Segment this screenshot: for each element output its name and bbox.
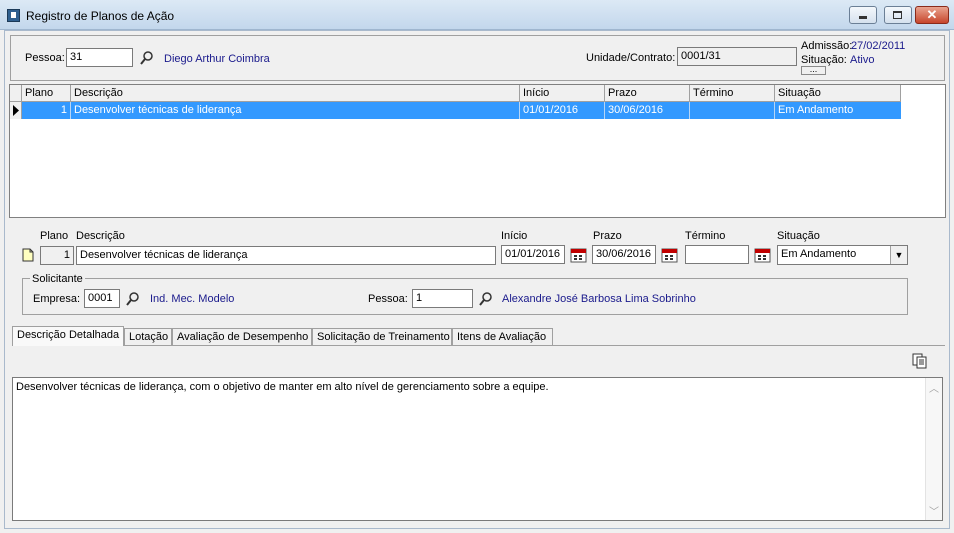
tab-avaliacao-desempenho[interactable]: Avaliação de Desempenho (172, 328, 312, 345)
tab-solicitacao-treinamento[interactable]: Solicitação de Treinamento (312, 328, 452, 345)
admissao-label: Admissão: (801, 40, 853, 52)
situacao-label: Situação: (801, 54, 847, 66)
solicitante-pessoa-label: Pessoa: (368, 293, 408, 305)
cell-descricao: Desenvolver técnicas de liderança (71, 102, 520, 119)
tab-panel-border (12, 345, 945, 346)
empresa-name: Ind. Mec. Modelo (150, 293, 235, 305)
unidade-contrato-field: 0001/31 (677, 47, 797, 66)
cell-inicio: 01/01/2016 (520, 102, 605, 119)
column-header-inicio[interactable]: Início (520, 85, 605, 102)
calendar-icon[interactable] (754, 247, 771, 263)
close-icon: ✕ (926, 7, 938, 22)
search-icon[interactable] (125, 291, 141, 307)
plano-label: Plano (40, 230, 69, 242)
pessoa-label: Pessoa: (25, 52, 65, 64)
cell-termino (690, 102, 775, 119)
new-document-icon[interactable] (20, 247, 36, 263)
calendar-icon[interactable] (570, 247, 587, 263)
situacao-selected-value: Em Andamento (781, 248, 857, 260)
pessoa-code-input[interactable]: 31 (66, 48, 133, 67)
scroll-up-icon[interactable]: ︿ (926, 380, 942, 395)
plano-field: 1 (40, 246, 74, 265)
grid-indicator-header (10, 85, 22, 102)
tab-lotacao[interactable]: Lotação (124, 328, 172, 345)
descricao-label: Descrição (76, 230, 125, 242)
tab-descricao-detalhada[interactable]: Descrição Detalhada (12, 326, 124, 346)
solicitante-pessoa-input[interactable]: 1 (412, 289, 473, 308)
empresa-label: Empresa: (33, 293, 81, 305)
close-button[interactable]: ✕ (915, 6, 949, 24)
solicitante-pessoa-name: Alexandre José Barbosa Lima Sobrinho (502, 293, 696, 305)
maximize-button[interactable] (884, 6, 912, 24)
descricao-input[interactable]: Desenvolver técnicas de liderança (76, 246, 496, 265)
situacao-value: Ativo (850, 54, 875, 66)
pessoa-name: Diego Arthur Coimbra (164, 53, 270, 65)
table-row[interactable]: 1 Desenvolver técnicas de liderança 01/0… (22, 102, 901, 119)
column-header-situacao[interactable]: Situação (775, 85, 901, 102)
situacao-detail-label: Situação (777, 230, 820, 242)
minimize-icon (859, 16, 867, 19)
column-header-termino[interactable]: Término (690, 85, 775, 102)
column-header-descricao[interactable]: Descrição (71, 85, 520, 102)
inicio-label: Início (501, 230, 528, 242)
cell-prazo: 30/06/2016 (605, 102, 690, 119)
empresa-code-input[interactable]: 0001 (84, 289, 120, 308)
solicitante-title: Solicitante (30, 273, 85, 285)
scroll-down-icon[interactable]: ﹀ (926, 503, 942, 518)
column-header-plano[interactable]: Plano (22, 85, 71, 102)
termino-input[interactable] (685, 245, 749, 264)
situacao-select[interactable]: Em Andamento ▼ (777, 245, 908, 265)
row-pointer-icon (13, 105, 19, 116)
window-title: Registro de Planos de Ação (26, 9, 175, 23)
vertical-scrollbar[interactable]: ︿ ﹀ (925, 378, 942, 520)
cell-situacao: Em Andamento (778, 104, 854, 116)
plans-grid: Plano Descrição Início Prazo Término Sit… (9, 84, 946, 218)
chevron-down-icon[interactable]: ▼ (890, 246, 907, 264)
prazo-input[interactable]: 30/06/2016 (592, 245, 656, 264)
tab-itens-avaliacao[interactable]: Itens de Avaliação (452, 328, 553, 345)
column-header-prazo[interactable]: Prazo (605, 85, 690, 102)
inicio-input[interactable]: 01/01/2016 (501, 245, 565, 264)
cell-plano: 1 (22, 102, 71, 119)
more-button[interactable]: ... (801, 65, 826, 75)
search-icon[interactable] (478, 291, 494, 307)
memo-text: Desenvolver técnicas de liderança, com o… (16, 381, 549, 393)
maximize-icon (893, 11, 902, 19)
admissao-value: 27/02/2011 (851, 40, 906, 52)
termino-label: Término (685, 230, 726, 242)
minimize-button[interactable] (849, 6, 877, 24)
unidade-label: Unidade/Contrato: (586, 52, 676, 64)
calendar-icon[interactable] (661, 247, 678, 263)
grid-empty-header (901, 85, 945, 102)
app-icon (7, 9, 20, 22)
search-icon[interactable] (139, 50, 155, 66)
copy-icon[interactable] (911, 352, 929, 370)
descricao-detalhada-memo[interactable]: Desenvolver técnicas de liderança, com o… (12, 377, 943, 521)
row-indicator (10, 102, 22, 119)
prazo-label: Prazo (593, 230, 622, 242)
